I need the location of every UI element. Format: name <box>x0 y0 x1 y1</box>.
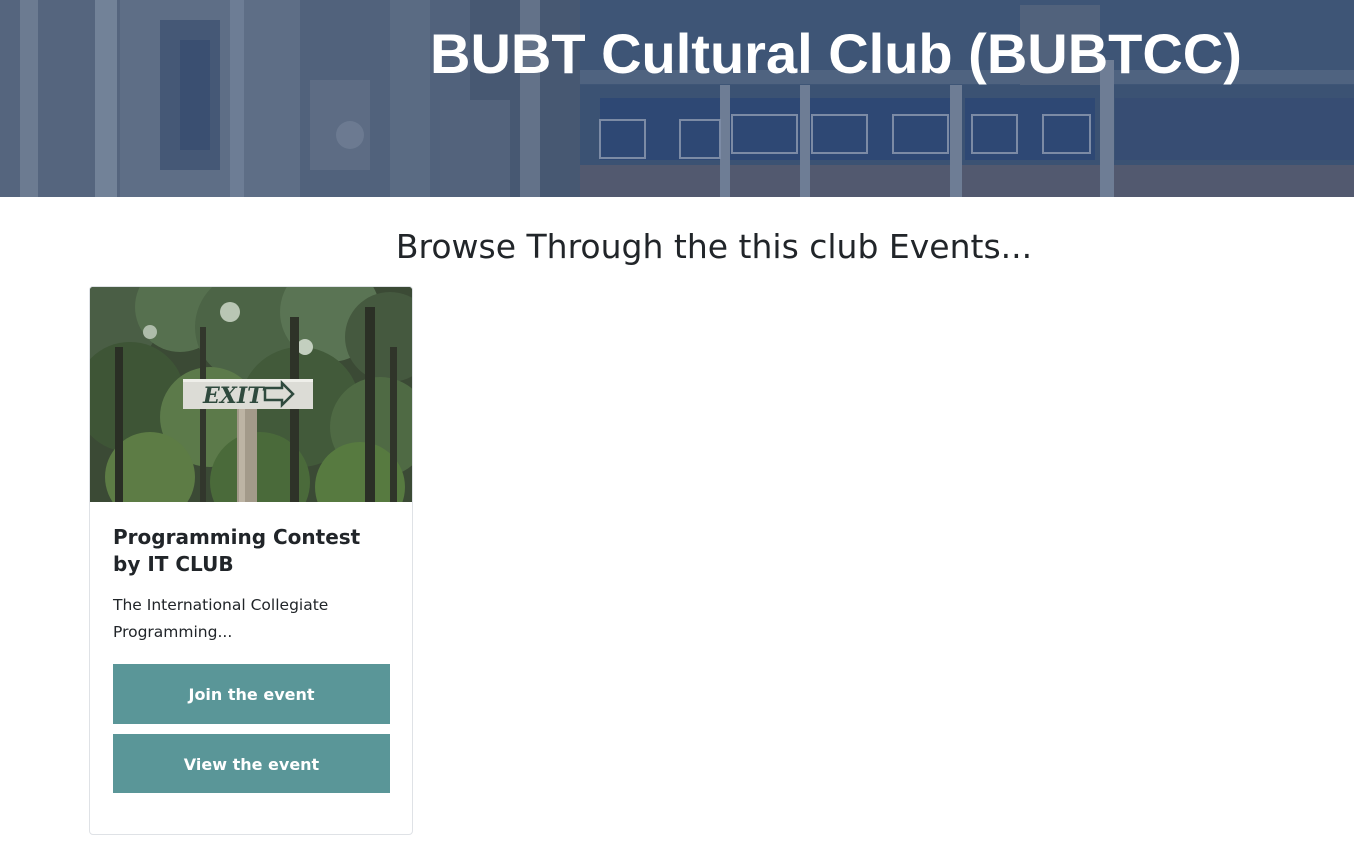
exit-sign-forest-photo: EXIT <box>90 287 412 502</box>
event-card: EXIT Programming Contest by IT CLUB The … <box>89 286 413 835</box>
event-description: The International Collegiate Programming… <box>113 596 329 641</box>
event-title: Programming Contest by IT CLUB <box>113 525 361 576</box>
event-image: EXIT <box>90 287 412 502</box>
view-event-button[interactable]: View the event <box>113 734 390 793</box>
header-banner: BUBT Cultural Club (BUBTCC) <box>0 0 1354 197</box>
club-title: BUBT Cultural Club (BUBTCC) <box>430 22 1242 85</box>
join-event-button[interactable]: Join the event <box>113 664 390 724</box>
svg-text:EXIT: EXIT <box>202 383 265 409</box>
events-section-heading: Browse Through the this club Events... <box>395 227 1033 266</box>
